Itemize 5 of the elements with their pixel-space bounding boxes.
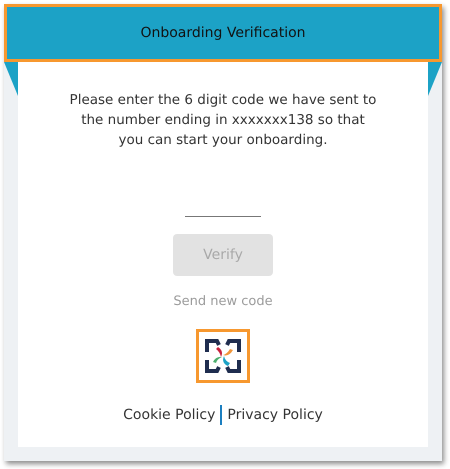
- instruction-text: Please enter the 6 digit code we have sent to the number ending in xxxxxxx138 so that you can start your onboarding.: [68, 91, 378, 150]
- dialog-title: Onboarding Verification: [140, 25, 306, 41]
- privacy-policy-link[interactable]: Privacy Policy: [227, 407, 323, 423]
- cookie-policy-link[interactable]: Cookie Policy: [123, 407, 216, 423]
- logo-icon: [204, 337, 242, 375]
